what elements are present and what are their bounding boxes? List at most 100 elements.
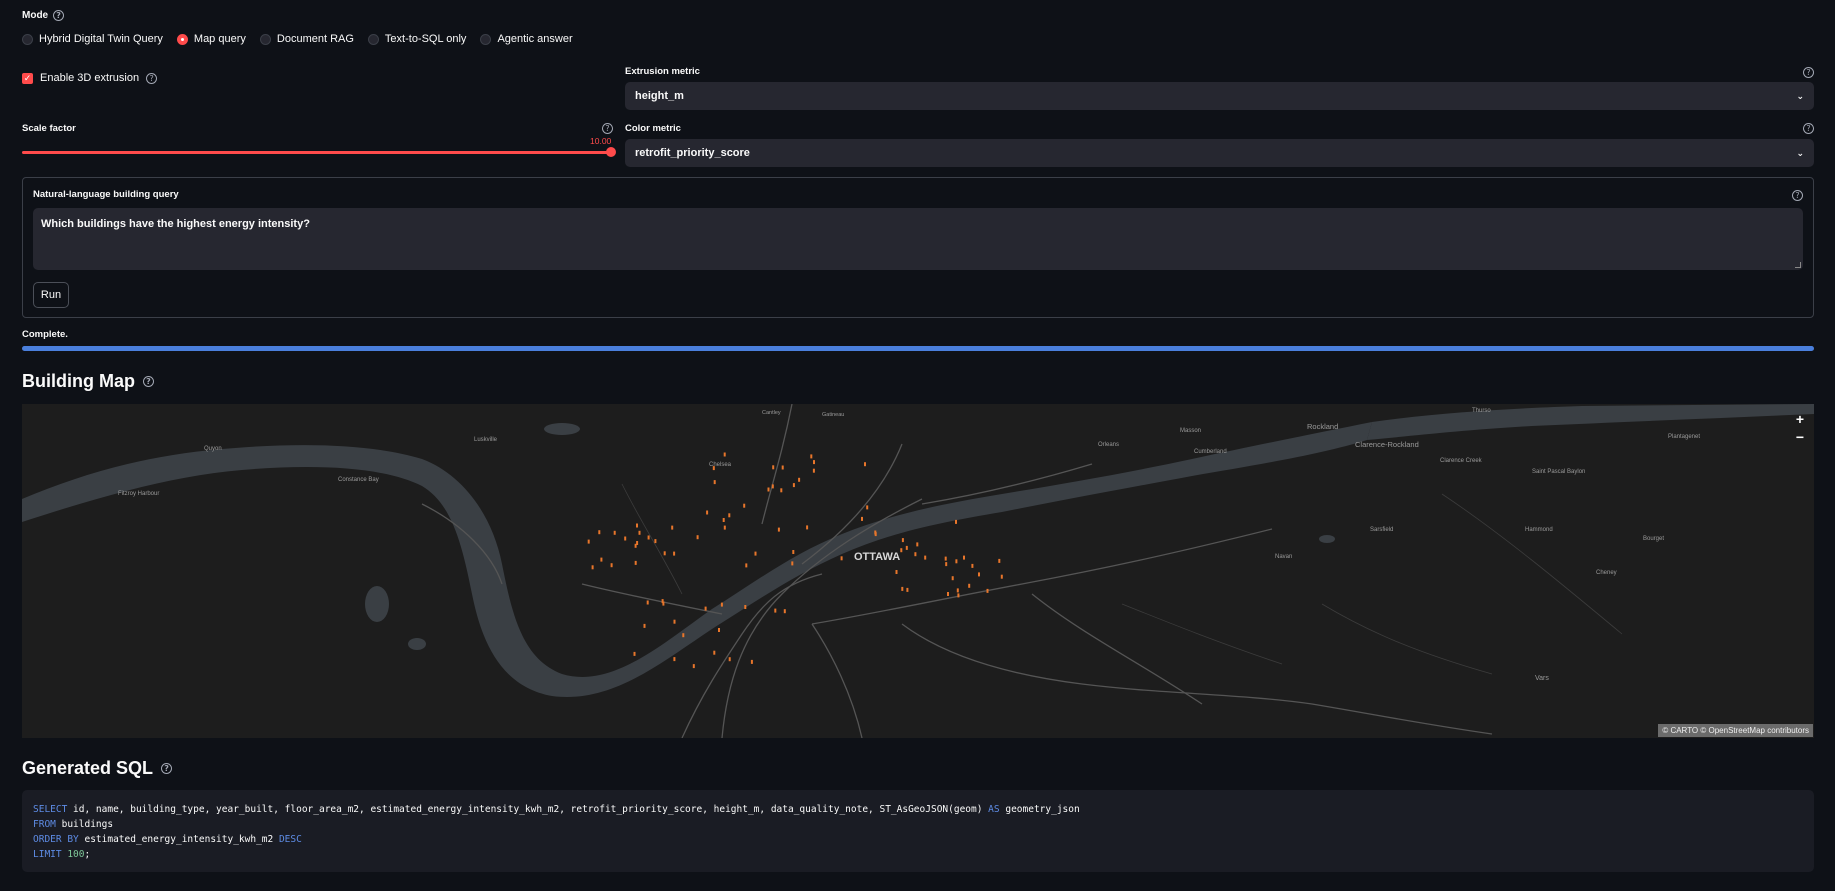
building-marker xyxy=(813,460,815,465)
checkbox-check-icon[interactable]: ✓ xyxy=(22,72,33,84)
building-marker xyxy=(638,530,641,535)
zoom-out-button[interactable]: − xyxy=(1796,430,1804,444)
sql-code-block: SELECT id, name, building_type, year_bui… xyxy=(22,790,1814,872)
building-marker xyxy=(947,592,949,596)
sql-keyword: AS xyxy=(988,804,1000,815)
place-label: Cheney xyxy=(1596,570,1617,576)
building-marker xyxy=(772,465,775,470)
sql-keyword: DESC xyxy=(278,834,302,845)
help-icon[interactable]: ? xyxy=(1803,123,1814,134)
building-map-title: Building Map xyxy=(22,371,135,391)
building-marker xyxy=(673,657,676,662)
building-marker xyxy=(723,525,726,530)
building-marker xyxy=(722,518,725,522)
building-marker xyxy=(696,535,699,540)
lake-shape xyxy=(1319,535,1335,543)
radio-document-rag[interactable]: Document RAG xyxy=(259,33,354,45)
radio-dot[interactable] xyxy=(22,33,33,45)
map-canvas[interactable]: OTTAWA Rockland Clarence-Rockland Clarence … xyxy=(22,404,1814,738)
building-marker xyxy=(587,539,590,544)
chevron-down-icon: ⌄ xyxy=(1796,90,1804,101)
building-marker xyxy=(895,570,898,574)
scale-factor-slider-track[interactable] xyxy=(22,151,610,154)
building-marker xyxy=(901,538,904,543)
building-marker xyxy=(777,527,780,532)
scale-factor-slider-thumb[interactable] xyxy=(606,147,616,157)
mode-label: Mode? xyxy=(22,10,65,22)
building-marker xyxy=(661,599,664,604)
help-icon[interactable]: ? xyxy=(146,72,158,84)
generated-sql-heading: Generated SQL ? xyxy=(22,758,173,779)
sql-text: estimated_energy_intensity_kwh_m2 xyxy=(78,834,279,845)
building-marker xyxy=(812,468,815,473)
place-label: Gatineau xyxy=(822,412,844,418)
building-marker xyxy=(654,539,657,544)
radio-dot[interactable] xyxy=(367,33,379,45)
extrusion-metric-label: Extrusion metric xyxy=(625,66,700,77)
building-marker xyxy=(774,608,777,613)
mode-radio-group: Hybrid Digital Twin Query Map query Docu… xyxy=(22,33,573,45)
building-marker xyxy=(1000,574,1003,579)
place-label: Clarence Creek xyxy=(1440,458,1483,464)
help-icon[interactable]: ? xyxy=(1792,190,1803,201)
building-map[interactable]: OTTAWA Rockland Clarence-Rockland Clarence … xyxy=(22,404,1814,738)
help-icon[interactable]: ? xyxy=(602,123,613,134)
building-marker xyxy=(963,555,965,560)
building-marker xyxy=(646,600,649,605)
place-label: Plantagenet xyxy=(1668,434,1700,440)
help-icon[interactable]: ? xyxy=(53,10,65,21)
building-marker xyxy=(706,510,709,515)
help-icon[interactable]: ? xyxy=(161,763,173,774)
query-form: Natural-language building query ? Which … xyxy=(22,177,1814,318)
radio-hybrid-digital-twin-query[interactable]: Hybrid Digital Twin Query xyxy=(22,33,163,45)
sql-keyword: SELECT xyxy=(33,804,68,815)
building-marker xyxy=(610,563,613,568)
radio-dot[interactable] xyxy=(259,33,271,45)
building-marker xyxy=(864,462,866,467)
place-label: Fitzroy Harbour xyxy=(118,491,159,497)
zoom-controls: + − xyxy=(1796,412,1804,444)
building-marker xyxy=(901,586,904,591)
run-button[interactable]: Run xyxy=(33,282,69,308)
zoom-in-button[interactable]: + xyxy=(1796,412,1804,426)
map-attribution[interactable]: © CARTO © OpenStreetMap contributors xyxy=(1658,724,1813,737)
query-textarea[interactable]: Which buildings have the highest energy … xyxy=(33,208,1803,270)
query-input-label: Natural-language building query xyxy=(33,189,179,200)
help-icon[interactable]: ? xyxy=(142,376,154,387)
help-icon[interactable]: ? xyxy=(1803,67,1814,78)
place-label: OTTAWA xyxy=(854,551,900,563)
extrusion-metric-select[interactable]: height_m ⌄ xyxy=(625,82,1814,110)
building-marker xyxy=(978,572,980,577)
radio-text-to-sql-only[interactable]: Text-to-SQL only xyxy=(367,33,466,45)
radio-dot-selected[interactable] xyxy=(176,33,188,45)
resize-handle-icon[interactable] xyxy=(1795,262,1801,268)
building-marker xyxy=(998,558,1001,563)
building-marker xyxy=(723,452,726,457)
building-marker xyxy=(663,551,666,556)
checkbox-label: Enable 3D extrusion xyxy=(40,72,140,84)
enable-3d-extrusion-checkbox[interactable]: ✓ Enable 3D extrusion ? xyxy=(22,72,158,84)
building-marker xyxy=(810,454,813,459)
generated-sql-title: Generated SQL xyxy=(22,758,154,778)
building-marker xyxy=(955,559,958,564)
radio-dot[interactable] xyxy=(480,33,492,45)
building-marker xyxy=(944,556,947,561)
building-marker xyxy=(780,488,783,493)
radio-label: Document RAG xyxy=(276,33,354,45)
sql-text: id, name, building_type, year_built, flo… xyxy=(67,804,989,815)
app-page: Mode? Hybrid Digital Twin Query Map quer… xyxy=(0,0,1835,891)
place-label: Sarsfield xyxy=(1370,527,1393,533)
building-marker xyxy=(704,606,707,611)
building-marker xyxy=(647,535,650,540)
progress-bar xyxy=(22,346,1814,351)
building-marker xyxy=(643,623,646,628)
building-marker xyxy=(905,545,908,550)
lake-shape xyxy=(408,638,426,650)
building-marker xyxy=(861,516,863,521)
mode-label-text: Mode xyxy=(22,10,49,22)
color-metric-label: Color metric xyxy=(625,123,681,134)
radio-agentic-answer[interactable]: Agentic answer xyxy=(480,33,573,45)
building-marker xyxy=(624,536,627,541)
radio-map-query[interactable]: Map query xyxy=(176,33,246,45)
color-metric-select[interactable]: retrofit_priority_score ⌄ xyxy=(625,139,1814,167)
